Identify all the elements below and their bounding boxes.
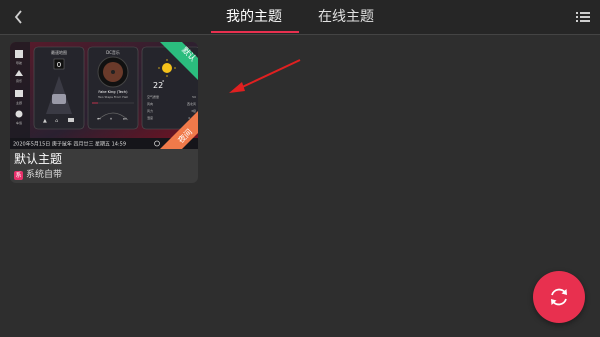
preview-weather-label: 风向 <box>147 101 153 106</box>
preview-music-title: DC音乐 <box>106 49 120 55</box>
preview-song-artist: Two Steps From Hell <box>97 95 128 99</box>
active-tab-indicator <box>211 31 299 33</box>
preview-weather-value: 3级 <box>191 108 196 113</box>
preview-weather-value: 50 <box>192 95 196 99</box>
preview-weather-label: 空气质量 <box>147 94 159 99</box>
svg-text:⌂: ⌂ <box>55 118 58 124</box>
refresh-button[interactable] <box>533 271 585 323</box>
theme-card-default[interactable]: 导航 音乐 主题 车载 最速地图 0 ▲ ⌂ DC音乐 Fake King (T… <box>10 42 198 183</box>
tab-online-themes[interactable]: 在线主题 <box>318 8 374 26</box>
red-arrow-annotation <box>229 59 301 93</box>
preview-status-bar: 2020年5月15日 庚子鼠年 四月廿三 星期五 14:59 <box>13 141 126 148</box>
preview-sidebar-label: 主题 <box>16 100 22 105</box>
svg-text:⏭: ⏭ <box>123 116 127 121</box>
svg-text:⏮: ⏮ <box>97 116 101 121</box>
preview-nav-digit: 0 <box>57 61 61 69</box>
theme-name: 默认主题 <box>14 152 63 166</box>
preview-sidebar-label: 车载 <box>16 120 22 125</box>
chevron-left-icon[interactable] <box>8 6 30 28</box>
svg-text:⏸: ⏸ <box>110 116 112 121</box>
preview-nav-title: 最速地图 <box>51 49 67 55</box>
theme-source: 系 系统自带 <box>14 169 62 181</box>
top-bar: 我的主题 在线主题 <box>0 0 600 34</box>
preview-sidebar-label: 音乐 <box>16 78 22 83</box>
preview-sidebar-label: 导航 <box>16 60 22 65</box>
tab-my-themes[interactable]: 我的主题 <box>226 8 282 26</box>
preview-weather-value: 西北风 <box>187 101 196 106</box>
preview-song-title: Fake King (Tech) <box>98 90 128 94</box>
header-divider <box>0 34 600 35</box>
preview-weather-label: 风力 <box>147 108 153 113</box>
svg-text:▲: ▲ <box>43 118 47 124</box>
preview-weather-label: 湿度 <box>147 115 153 120</box>
system-badge-icon: 系 <box>14 170 23 180</box>
theme-source-label: 系统自带 <box>26 170 63 180</box>
list-menu-icon[interactable] <box>574 8 592 26</box>
theme-preview-image: 导航 音乐 主题 车载 最速地图 0 ▲ ⌂ DC音乐 Fake King (T… <box>10 42 198 149</box>
refresh-icon <box>551 288 567 306</box>
